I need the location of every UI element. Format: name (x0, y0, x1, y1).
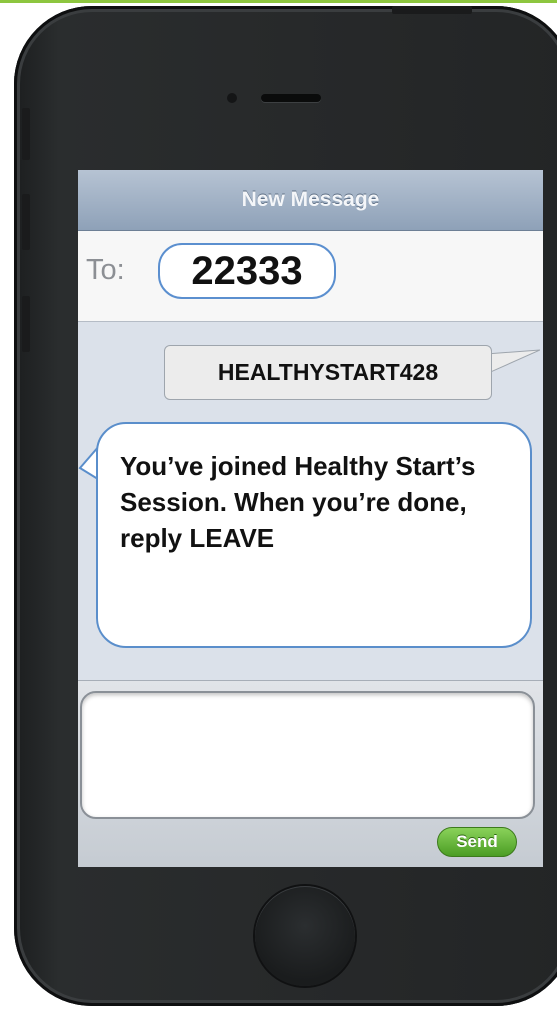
phone-frame: New Message To: 22333 HEALTHYSTART428 Yo… (14, 6, 557, 1006)
send-button[interactable]: Send (437, 827, 517, 857)
volume-down-button (22, 296, 30, 352)
page-title: New Message (241, 188, 380, 211)
nav-bar: New Message (78, 170, 543, 231)
received-message-bubble: You’ve joined Healthy Start’s Session. W… (96, 422, 532, 648)
mute-switch (22, 108, 30, 160)
volume-up-button (22, 194, 30, 250)
to-label: To: (86, 254, 125, 286)
recipient-bar[interactable]: To: 22333 (78, 231, 543, 322)
power-button (392, 6, 472, 14)
sent-message-bubble: HEALTHYSTART428 (164, 345, 492, 400)
top-accent-line (0, 0, 557, 3)
recipient-chip[interactable]: 22333 (158, 243, 336, 299)
speaker-icon (261, 94, 321, 102)
received-message-text: You’ve joined Healthy Start’s Session. W… (120, 451, 476, 553)
home-button-icon[interactable] (255, 886, 355, 986)
sent-bubble-tail (486, 349, 540, 375)
compose-bar: Send (78, 680, 543, 867)
camera-icon (227, 93, 237, 103)
message-input[interactable] (80, 691, 535, 819)
phone-screen: New Message To: 22333 HEALTHYSTART428 Yo… (78, 170, 543, 867)
